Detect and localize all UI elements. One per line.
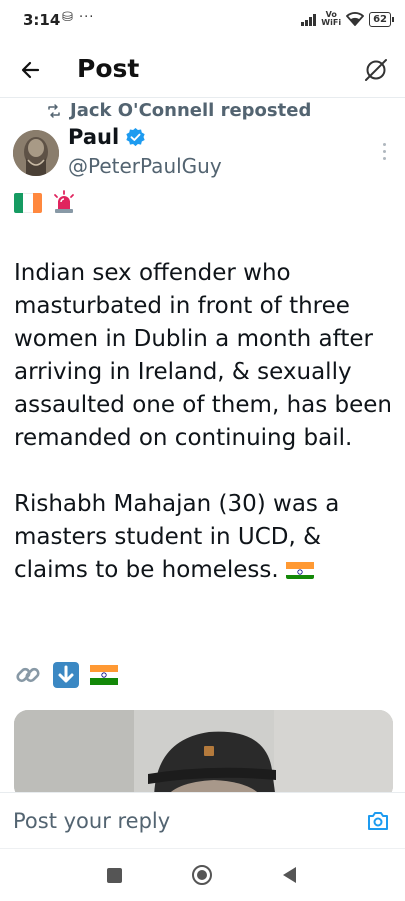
post-paragraph-2: Rishabh Mahajan (30) was a masters stude… [14, 491, 340, 583]
post-paragraph: Indian sex offender who masturbated in f… [14, 260, 393, 451]
post-media-image[interactable] [14, 710, 393, 800]
link-icon [16, 667, 40, 683]
notification-icons: ⛁ ··· [62, 10, 95, 25]
author-name[interactable]: Paul [68, 125, 146, 149]
post-text: Indian sex offender who masturbated in f… [14, 257, 394, 620]
avatar[interactable] [13, 130, 59, 176]
emoji-row [14, 661, 118, 689]
wifi-icon [346, 12, 365, 26]
ireland-flag-icon [14, 193, 42, 213]
camera-icon[interactable] [366, 809, 390, 833]
signal-icon [301, 13, 317, 26]
arrow-left-icon[interactable] [16, 55, 46, 85]
reply-input[interactable]: Post your reply [13, 809, 170, 833]
status-time: 3:14 [23, 11, 61, 29]
vowifi-icon: Vo WiFi [321, 10, 342, 27]
page-title: Post [77, 54, 140, 83]
emoji-row-top [14, 190, 77, 215]
avatar-image [13, 130, 59, 176]
battery-icon: 62 [369, 11, 394, 27]
status-right: Vo WiFi 62 [301, 10, 394, 27]
system-nav-bar [0, 848, 405, 901]
grok-icon[interactable] [361, 55, 391, 85]
india-flag-icon [90, 665, 118, 685]
repost-indicator[interactable]: Jack O'Connell reposted [46, 100, 311, 121]
india-flag-icon [286, 559, 315, 579]
media-photo [14, 710, 393, 800]
status-bar: 3:14 ⛁ ··· Vo WiFi 62 [0, 0, 405, 38]
repost-icon [48, 103, 60, 118]
recents-button[interactable] [107, 868, 122, 883]
back-button[interactable] [281, 866, 297, 884]
header: Post [0, 45, 405, 98]
reply-bar: Post your reply [0, 792, 405, 849]
repost-text: Jack O'Connell reposted [70, 100, 312, 121]
author-handle[interactable]: @PeterPaulGuy [68, 154, 222, 178]
home-button[interactable] [191, 864, 213, 886]
siren-icon [54, 190, 74, 213]
down-arrow-icon [53, 662, 79, 688]
verified-badge-icon [126, 127, 145, 146]
more-options-icon[interactable] [381, 143, 387, 161]
